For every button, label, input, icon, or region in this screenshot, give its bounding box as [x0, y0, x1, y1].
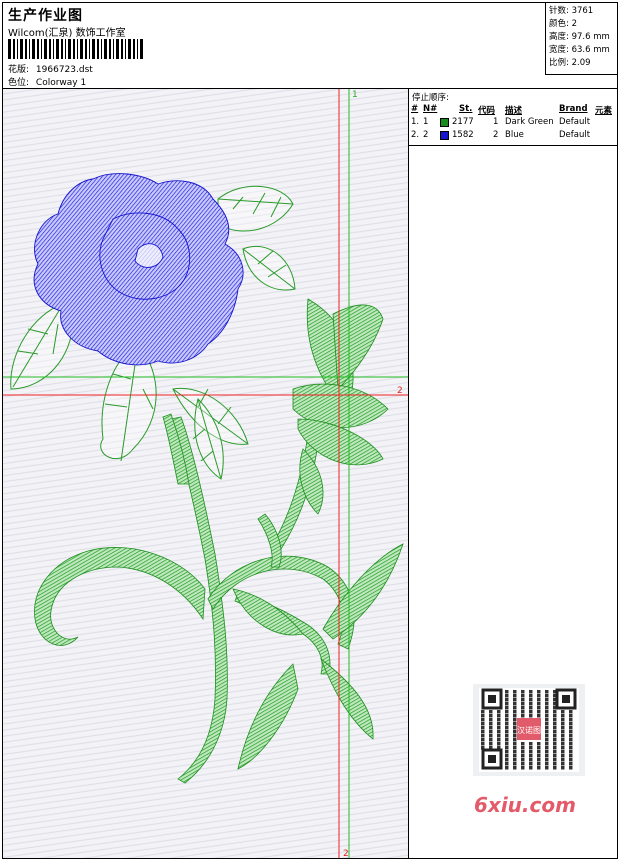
- stop-sequence-title: 停止顺序:: [412, 93, 449, 103]
- stat-width: 宽度: 63.6 mm: [549, 45, 610, 55]
- col-header-code: 代码: [478, 106, 496, 116]
- stat-stitches: 针数: 3761: [549, 6, 594, 16]
- page-title: 生产作业图: [8, 8, 83, 24]
- colorway-label: 色位:: [8, 78, 30, 88]
- production-worksheet: 生产作业图 Wilcom(汇泉) 数饰工作室 花版: 1966723.dst 色…: [2, 2, 618, 859]
- guide-marker-right: 2: [397, 386, 403, 396]
- col-header-stitches: St.: [459, 104, 473, 114]
- site-watermark: 6xiu.com: [474, 793, 576, 817]
- col-header-element: 元素: [595, 106, 613, 116]
- design-stats: 针数: 3761 颜色: 2 高度: 97.6 mm 宽度: 63.6 mm 比…: [545, 3, 617, 75]
- header: 生产作业图 Wilcom(汇泉) 数饰工作室 花版: 1966723.dst 色…: [3, 3, 617, 89]
- col-header-description: 描述: [505, 106, 523, 116]
- colorway-row: 色位: Colorway 1: [8, 75, 86, 88]
- stat-colors: 颜色: 2: [549, 19, 577, 29]
- design-file-row: 花版: 1966723.dst: [8, 62, 93, 75]
- barcode: [8, 39, 143, 59]
- guide-marker-top: 1: [352, 90, 358, 100]
- stop-sequence-panel: 停止顺序: # N# St. 代码 描述 Brand 元素 1. 1 2177 …: [409, 89, 617, 146]
- col-header-index: #: [411, 104, 419, 114]
- qr-code-icon: 汉诺图: [479, 688, 579, 772]
- embroidery-drawing: [3, 89, 408, 858]
- qr-code-watermark: 汉诺图: [473, 684, 585, 776]
- colorway-value: Colorway 1: [35, 78, 87, 88]
- design-file-label: 花版:: [8, 65, 30, 75]
- col-header-needle: N#: [423, 104, 438, 114]
- design-preview: 1 2 2: [3, 89, 409, 858]
- stat-scale: 比例: 2.09: [549, 58, 591, 68]
- thread-swatch-dark-green: [440, 118, 449, 127]
- qr-stamp-text: 汉诺图: [517, 725, 541, 735]
- col-header-brand: Brand: [559, 104, 588, 114]
- design-file-value: 1966723.dst: [35, 65, 93, 75]
- thread-swatch-blue: [440, 131, 449, 140]
- company-name: Wilcom(汇泉) 数饰工作室: [8, 28, 126, 39]
- stat-height: 高度: 97.6 mm: [549, 32, 610, 42]
- guide-marker-bottom: 2: [343, 849, 349, 858]
